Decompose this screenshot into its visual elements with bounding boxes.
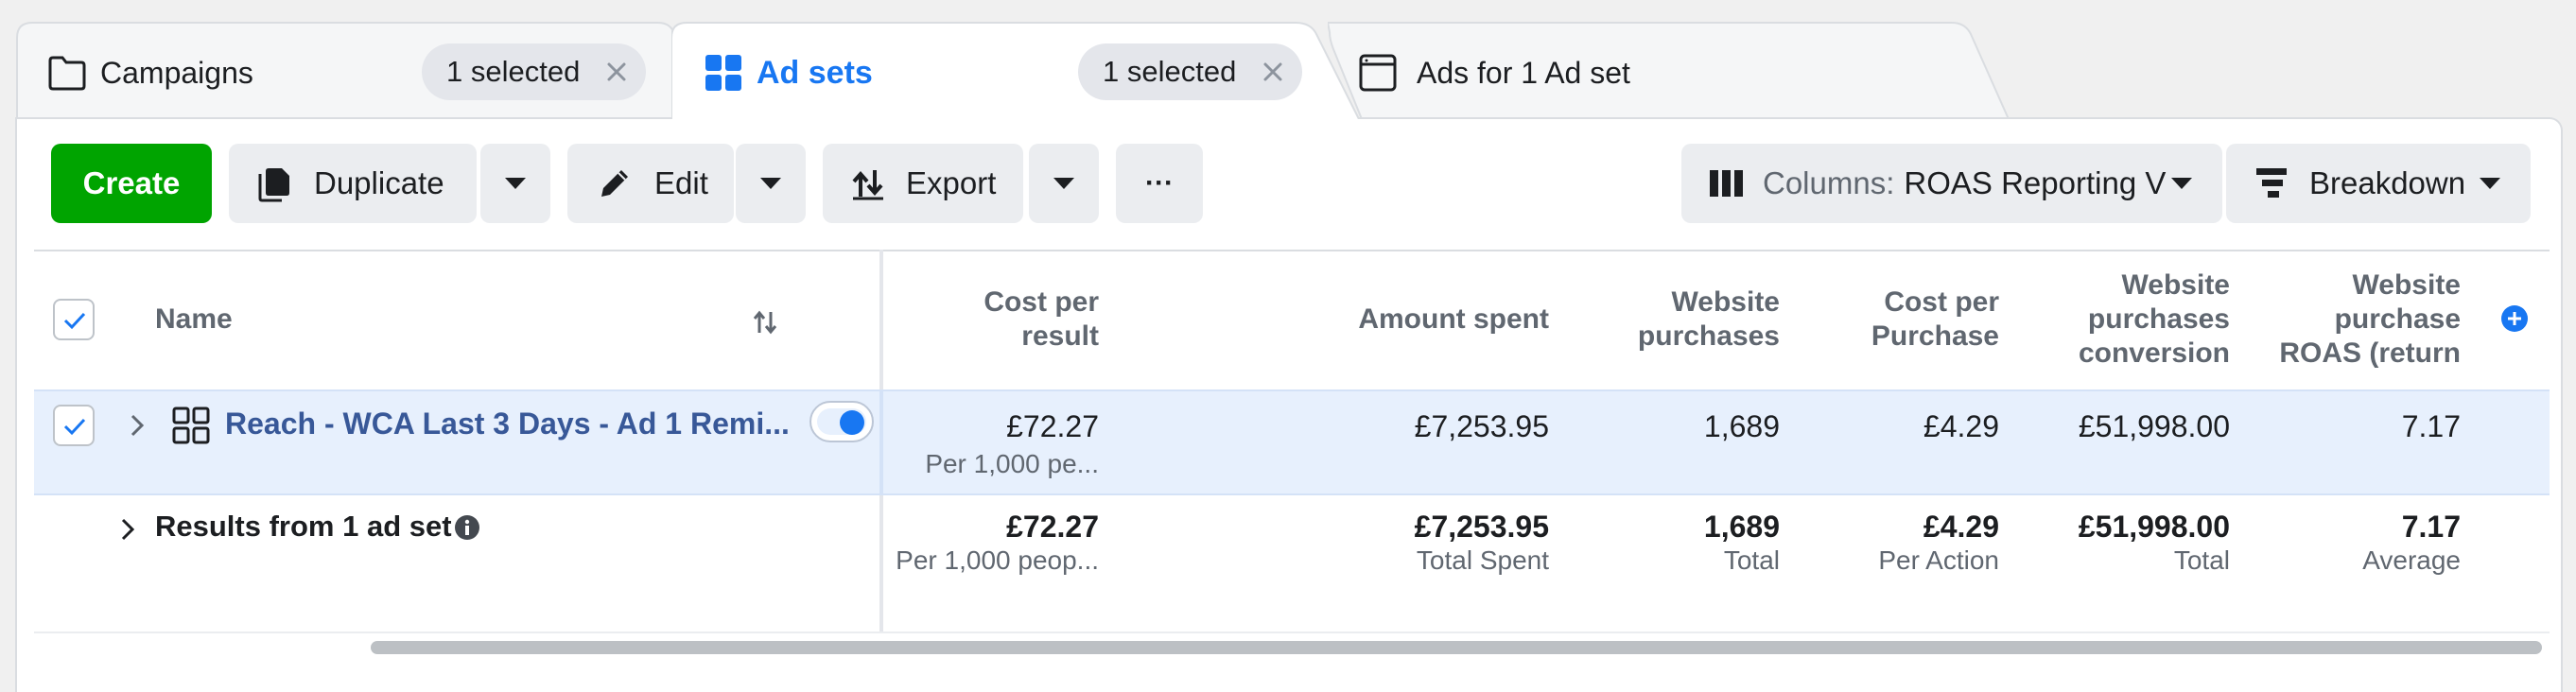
- sort-icon[interactable]: [751, 308, 779, 337]
- frozen-column-divider: [879, 389, 883, 495]
- plus-circle-icon[interactable]: [2500, 304, 2529, 333]
- breakdown-label: Breakdown: [2309, 165, 2466, 200]
- summary-website-purchase-roas-sub: Average: [2362, 545, 2461, 575]
- header-line: Website: [2352, 269, 2461, 301]
- chevron-down-icon: [2478, 176, 2502, 191]
- selection-pill: 1 selected: [1078, 43, 1303, 100]
- columns-prefix: Columns:: [1763, 165, 1895, 200]
- export-dropdown-button[interactable]: [1029, 144, 1099, 223]
- column-header-cost-per-result[interactable]: Cost per result: [983, 285, 1099, 354]
- selection-count: 1 selected: [446, 55, 581, 88]
- export-label: Export: [906, 165, 997, 200]
- chevron-right-icon[interactable]: [117, 516, 138, 543]
- summary-website-purchases-conversion-sub: Total: [2173, 545, 2230, 575]
- summary-amount-spent: £7,253.95: [1414, 510, 1549, 544]
- ad-window-icon: [1358, 53, 1398, 93]
- selection-pill: 1 selected: [422, 43, 647, 100]
- duplicate-dropdown-button[interactable]: [480, 144, 550, 223]
- header-line: purchase: [2334, 303, 2461, 335]
- cell-website-purchases-conversion: £51,998.00: [2078, 409, 2230, 443]
- chevron-down-icon: [1052, 176, 1076, 191]
- edit-button[interactable]: Edit: [567, 144, 734, 223]
- header-line: conversion: [2078, 337, 2230, 369]
- column-header-website-purchase-roas[interactable]: Website purchase ROAS (return: [2279, 268, 2461, 371]
- summary-cost-per-result-sub: Per 1,000 peop...: [896, 545, 1099, 575]
- pencil-icon: [596, 164, 634, 202]
- chevron-down-icon: [503, 176, 528, 191]
- summary-amount-spent-sub: Total Spent: [1416, 545, 1549, 575]
- export-button[interactable]: Export: [823, 144, 1023, 223]
- tab-label: Campaigns: [100, 56, 253, 90]
- toggle-knob: [840, 410, 864, 435]
- header-line: Website: [2121, 269, 2230, 301]
- cell-cost-per-result: £72.27: [1006, 409, 1099, 443]
- tab-campaigns[interactable]: Campaigns 1 selected: [15, 21, 677, 119]
- column-header-website-purchases-conversion[interactable]: Website purchases conversion: [2079, 268, 2230, 371]
- tab-ad-sets[interactable]: Ad sets 1 selected: [671, 21, 1362, 119]
- create-button[interactable]: Create: [51, 144, 212, 223]
- header-line: ROAS (return: [2279, 337, 2461, 369]
- summary-website-purchases: 1,689: [1703, 510, 1780, 544]
- summary-label: Results from 1 ad set: [155, 510, 452, 543]
- tab-label: Ads for 1 Ad set: [1417, 56, 1630, 90]
- ad-set-toggle[interactable]: [809, 401, 874, 442]
- horizontal-scrollbar[interactable]: [371, 641, 2542, 654]
- column-header-cost-per-purchase[interactable]: Cost per Purchase: [1871, 285, 1999, 354]
- header-line: purchases: [2087, 303, 2230, 335]
- chevron-down-icon: [2169, 176, 2194, 191]
- chevron-down-icon: [758, 176, 783, 191]
- breakdown-dropdown[interactable]: Breakdown: [2226, 144, 2531, 223]
- folder-icon: [47, 53, 87, 93]
- select-all-checkbox[interactable]: [53, 299, 95, 340]
- close-icon[interactable]: [1261, 60, 1285, 84]
- summary-cost-per-purchase-sub: Per Action: [1878, 545, 1999, 575]
- table-top-border: [34, 250, 2550, 251]
- row-checkbox[interactable]: [53, 405, 95, 446]
- cell-amount-spent: £7,253.95: [1414, 409, 1549, 443]
- columns-dropdown[interactable]: Columns: ROAS Reporting V: [1681, 144, 2222, 223]
- selection-count: 1 selected: [1103, 55, 1237, 88]
- header-line: purchases: [1637, 320, 1780, 352]
- column-header-website-purchases[interactable]: Website purchases: [1638, 285, 1780, 354]
- header-line: result: [1021, 320, 1099, 352]
- close-icon[interactable]: [604, 60, 629, 84]
- column-header-amount-spent[interactable]: Amount spent: [1358, 303, 1549, 337]
- ad-set-name-link[interactable]: Reach - WCA Last 3 Days - Ad 1 Remi...: [225, 405, 790, 442]
- checkmark-icon: [63, 418, 86, 436]
- header-line: Cost per: [1884, 286, 1999, 318]
- summary-website-purchase-roas: 7.17: [2401, 510, 2461, 544]
- summary-website-purchases-sub: Total: [1723, 545, 1780, 575]
- grid-icon: [704, 53, 743, 93]
- header-line: Website: [1671, 286, 1780, 318]
- info-icon[interactable]: [454, 514, 480, 541]
- chevron-right-icon[interactable]: [127, 412, 148, 439]
- duplicate-label: Duplicate: [314, 165, 444, 200]
- ad-set-icon: [172, 407, 210, 444]
- header-line: Purchase: [1871, 320, 1999, 352]
- columns-value: ROAS Reporting V: [1904, 165, 2167, 200]
- duplicate-button[interactable]: Duplicate: [229, 144, 477, 223]
- header-line: Cost per: [983, 286, 1099, 318]
- breakdown-icon: [2253, 164, 2290, 202]
- cell-website-purchases: 1,689: [1703, 409, 1780, 443]
- more-icon: ···: [1145, 167, 1174, 199]
- tab-ads[interactable]: Ads for 1 Ad set: [1328, 21, 2010, 119]
- cell-website-purchase-roas: 7.17: [2401, 409, 2461, 443]
- export-icon: [849, 164, 887, 202]
- column-header-name[interactable]: Name: [155, 303, 233, 337]
- cell-cost-per-purchase: £4.29: [1923, 409, 1999, 443]
- summary-website-purchases-conversion: £51,998.00: [2078, 510, 2230, 544]
- checkmark-icon: [63, 312, 86, 330]
- summary-cost-per-purchase: £4.29: [1923, 510, 1999, 544]
- duplicate-icon: [255, 164, 293, 202]
- edit-dropdown-button[interactable]: [736, 144, 806, 223]
- table-bottom-border: [34, 631, 2550, 633]
- columns-icon: [1708, 164, 1746, 202]
- tab-label: Ad sets: [757, 55, 873, 91]
- more-options-button[interactable]: ···: [1116, 144, 1203, 223]
- summary-cost-per-result: £72.27: [1006, 510, 1099, 544]
- edit-label: Edit: [654, 165, 708, 200]
- cell-cost-per-result-sub: Per 1,000 pe...: [925, 449, 1099, 478]
